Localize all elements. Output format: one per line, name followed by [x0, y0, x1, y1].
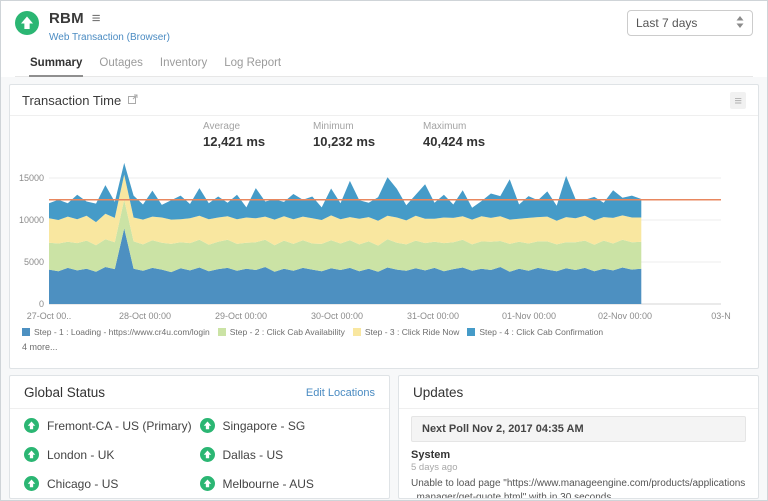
location-item[interactable]: Dallas - US: [200, 447, 376, 462]
location-label: London - UK: [47, 448, 114, 462]
locations-grid: Fremont-CA - US (Primary) Singapore - SG L…: [10, 409, 389, 491]
status-up-icon: [24, 447, 39, 462]
global-status-title: Global Status: [24, 385, 105, 400]
legend-item[interactable]: Step - 3 : Click Ride Now: [353, 327, 459, 337]
time-range-value: Last 7 days: [636, 16, 736, 30]
legend-item[interactable]: Step - 4 : Click Cab Confirmation: [467, 327, 603, 337]
tab-bar: Summary Outages Inventory Log Report: [15, 54, 753, 77]
location-label: Chicago - US: [47, 477, 118, 491]
svg-text:29-Oct 00:00: 29-Oct 00:00: [215, 311, 267, 321]
panel-transaction-time: Transaction Time ≡ Average 12,421 ms Min…: [9, 84, 759, 369]
svg-text:02-Nov 00:00: 02-Nov 00:00: [598, 311, 652, 321]
svg-text:5000: 5000: [24, 257, 44, 267]
legend-swatch-icon: [218, 328, 226, 336]
stats-row: Average 12,421 ms Minimum 10,232 ms Maxi…: [10, 116, 758, 149]
location-label: Singapore - SG: [223, 419, 306, 433]
legend-label: Step - 3 : Click Ride Now: [365, 327, 459, 337]
transaction-chart-svg: 0 5000 10000 15000 27-Oct 00.. 28-Oct 00:00 29…: [16, 149, 744, 327]
panel-menu-icon[interactable]: ≡: [730, 92, 746, 109]
location-item[interactable]: Fremont-CA - US (Primary): [24, 418, 200, 433]
legend-swatch-icon: [467, 328, 475, 336]
stat-average: Average 12,421 ms: [203, 121, 313, 149]
svg-text:0: 0: [39, 299, 44, 309]
edit-locations-link[interactable]: Edit Locations: [306, 387, 375, 399]
legend-item[interactable]: Step - 2 : Click Cab Availability: [218, 327, 345, 337]
svg-text:15000: 15000: [19, 173, 44, 183]
panel-updates: Updates Next Poll Nov 2, 2017 04:35 AM S…: [398, 375, 759, 499]
stat-maximum: Maximum 40,424 ms: [423, 121, 533, 149]
page-title: RBM: [49, 10, 84, 27]
legend-more-link[interactable]: 4 more...: [10, 340, 70, 358]
legend-label: Step - 4 : Click Cab Confirmation: [479, 327, 603, 337]
svg-text:27-Oct 00..: 27-Oct 00..: [27, 311, 72, 321]
update-time: 5 days ago: [411, 462, 746, 473]
location-label: Melbourne - AUS: [223, 477, 314, 491]
popout-icon[interactable]: [128, 91, 138, 109]
updates-title: Updates: [413, 385, 463, 400]
status-up-icon: [200, 418, 215, 433]
legend-label: Step - 1 : Loading - https://www.cr4u.co…: [34, 327, 210, 337]
update-message: Unable to load page "https://www.managee…: [411, 477, 746, 499]
tab-inventory[interactable]: Inventory: [159, 54, 208, 76]
location-item[interactable]: Melbourne - AUS: [200, 476, 376, 491]
legend-swatch-icon: [22, 328, 30, 336]
location-item[interactable]: Chicago - US: [24, 476, 200, 491]
legend-label: Step - 2 : Click Cab Availability: [230, 327, 345, 337]
panel-global-status: Global Status Edit Locations Fremont-CA …: [9, 375, 390, 499]
content-area: Transaction Time ≡ Average 12,421 ms Min…: [1, 77, 767, 501]
status-up-icon: [200, 447, 215, 462]
svg-text:01-Nov 00:00: 01-Nov 00:00: [502, 311, 556, 321]
tab-summary[interactable]: Summary: [29, 54, 83, 77]
monitor-type-link[interactable]: Web Transaction (Browser): [49, 32, 170, 43]
status-up-icon: [24, 418, 39, 433]
svg-text:31-Oct 00:00: 31-Oct 00:00: [407, 311, 459, 321]
transaction-chart[interactable]: 0 5000 10000 15000 27-Oct 00.. 28-Oct 00:00 29…: [16, 149, 752, 327]
select-arrows-icon: [736, 16, 744, 31]
time-range-select[interactable]: Last 7 days: [627, 10, 753, 36]
transaction-panel-title: Transaction Time: [22, 93, 121, 108]
update-source: System: [411, 449, 746, 461]
svg-text:10000: 10000: [19, 215, 44, 225]
legend-swatch-icon: [353, 328, 361, 336]
svg-text:30-Oct 00:00: 30-Oct 00:00: [311, 311, 363, 321]
location-item[interactable]: London - UK: [24, 447, 200, 462]
next-poll-box: Next Poll Nov 2, 2017 04:35 AM: [411, 416, 746, 442]
stat-minimum: Minimum 10,232 ms: [313, 121, 423, 149]
monitor-status-up-icon: [15, 11, 39, 40]
location-item[interactable]: Singapore - SG: [200, 418, 376, 433]
app-window: RBM ≡ Web Transaction (Browser) Last 7 d…: [0, 0, 768, 501]
page-header: RBM ≡ Web Transaction (Browser) Last 7 d…: [1, 1, 767, 77]
tab-outages[interactable]: Outages: [98, 54, 143, 76]
location-label: Dallas - US: [223, 448, 284, 462]
title-menu-icon[interactable]: ≡: [92, 11, 101, 26]
status-up-icon: [24, 476, 39, 491]
legend-item[interactable]: Step - 1 : Loading - https://www.cr4u.co…: [22, 327, 210, 337]
location-label: Fremont-CA - US (Primary): [47, 419, 192, 433]
svg-text:28-Oct 00:00: 28-Oct 00:00: [119, 311, 171, 321]
status-up-icon: [200, 476, 215, 491]
tab-log-report[interactable]: Log Report: [223, 54, 282, 76]
chart-legend: Step - 1 : Loading - https://www.cr4u.co…: [10, 327, 758, 337]
svg-text:03-N: 03-N: [711, 311, 731, 321]
